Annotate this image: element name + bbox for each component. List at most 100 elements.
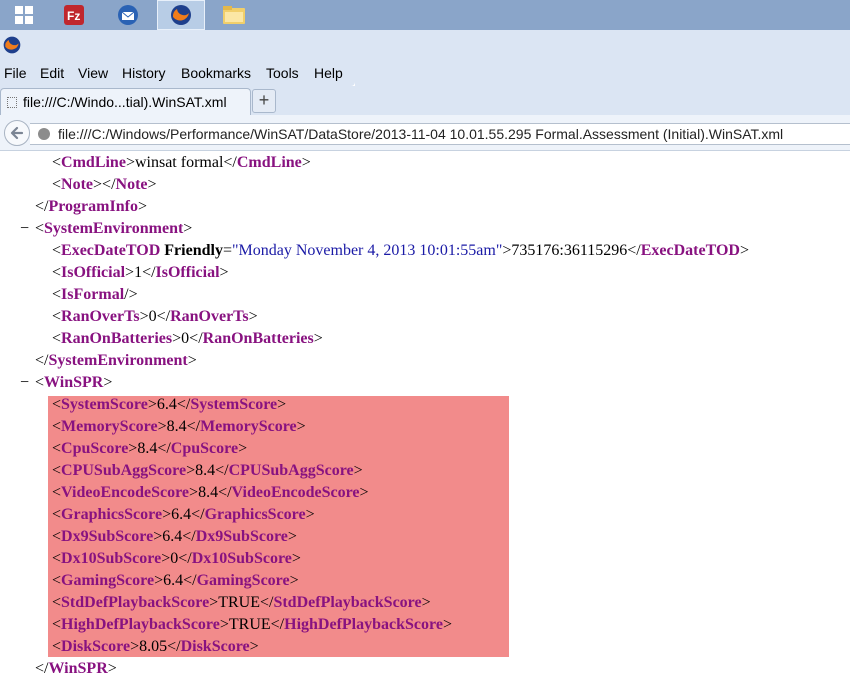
bracket: < — [52, 506, 62, 523]
bracket: > — [313, 330, 323, 347]
bracket: > — [172, 330, 182, 347]
bracket: > — [125, 264, 135, 281]
bracket: > — [107, 660, 117, 677]
bracket: > — [287, 528, 297, 545]
firefox-icon[interactable] — [157, 0, 205, 30]
text-value: 0 — [181, 330, 190, 347]
bracket: > — [161, 550, 171, 567]
bracket: </ — [183, 572, 197, 589]
attribute-value: "Monday November 4, 2013 10:01:55am" — [231, 242, 503, 259]
xml-line: <GamingScore>6.4</GamingScore> — [52, 570, 299, 592]
xml-line: <CPUSubAggScore>8.4</CPUSubAggScore> — [52, 460, 363, 482]
text-value: TRUE — [228, 616, 271, 633]
url-bar[interactable]: file:///C:/Windows/Performance/WinSAT/Da… — [30, 123, 850, 145]
bracket: </ — [142, 264, 156, 281]
bracket: </ — [215, 462, 229, 479]
bracket: < — [52, 550, 62, 567]
tag-name: VideoEncodeScore — [61, 484, 190, 501]
bracket: </ — [176, 396, 191, 413]
bracket: </ — [189, 330, 203, 347]
bracket: < — [35, 374, 45, 391]
menu-file[interactable]: File — [4, 65, 27, 81]
bracket: </ — [259, 594, 274, 611]
tag-name: ProgramInfo — [48, 198, 138, 215]
tag-name: RanOverTs — [170, 308, 249, 325]
bracket: > — [421, 594, 431, 611]
text-value: 6.4 — [163, 572, 184, 589]
xml-line: <HighDefPlaybackScore>TRUE</HighDefPlayb… — [52, 614, 452, 636]
xml-line: <CmdLine>winsat formal</CmdLine> — [52, 152, 311, 174]
bracket: > — [187, 352, 197, 369]
windows-start-icon[interactable] — [0, 0, 48, 30]
tag-name: Dx10SubScore — [61, 550, 162, 567]
menu-bookmarks[interactable]: Bookmarks — [181, 65, 251, 81]
filezilla-icon[interactable]: Fz — [50, 0, 98, 30]
bracket: < — [52, 418, 62, 435]
back-button[interactable] — [4, 120, 30, 146]
tag-name: CpuScore — [61, 440, 129, 457]
bracket: > — [353, 462, 363, 479]
tag-name: SystemEnvironment — [44, 220, 184, 237]
bracket: < — [52, 528, 62, 545]
menu-view[interactable]: View — [78, 65, 108, 81]
bracket: </ — [627, 242, 641, 259]
bracket: </ — [178, 550, 192, 567]
tag-name: Dx10SubScore — [191, 550, 292, 567]
menu-tools[interactable]: Tools — [266, 65, 299, 81]
text-value: 8.4 — [137, 440, 158, 457]
bracket: > — [248, 308, 258, 325]
tag-name: GraphicsScore — [61, 506, 163, 523]
bracket: < — [52, 572, 62, 589]
xml-line: <IsOfficial>1</IsOfficial> — [52, 262, 229, 284]
folder-icon[interactable] — [210, 0, 258, 30]
tag-name: CpuScore — [170, 440, 239, 457]
menu-help[interactable]: Help — [314, 65, 343, 81]
bracket: > — [289, 572, 299, 589]
navigation-bar: file:///C:/Windows/Performance/WinSAT/Da… — [0, 115, 850, 151]
attribute-name: Friendly — [164, 242, 223, 259]
bracket: > — [291, 550, 301, 567]
bracket: > — [301, 154, 311, 171]
bracket: > — [128, 440, 138, 457]
equals: = — [222, 242, 232, 259]
tag-name: Note — [115, 176, 148, 193]
browser-tab[interactable]: file:///C:/Windo...tial).WinSAT.xml — [0, 88, 251, 116]
bracket: < — [52, 616, 62, 633]
collapse-toggle[interactable]: − — [20, 372, 29, 394]
firefox-app-icon[interactable] — [2, 35, 22, 60]
tag-name: RanOnBatteries — [202, 330, 314, 347]
bracket: </ — [35, 660, 49, 677]
bracket: </ — [270, 616, 285, 633]
thunderbird-icon[interactable] — [104, 0, 152, 30]
bracket: > — [183, 220, 193, 237]
svg-text:Fz: Fz — [67, 9, 80, 23]
bracket: < — [52, 594, 62, 611]
text-value: 0 — [148, 308, 157, 325]
tag-name: WinSPR — [44, 374, 104, 391]
bracket: > — [125, 154, 135, 171]
menu-history[interactable]: History — [122, 65, 166, 81]
bracket: > — [162, 506, 172, 523]
menu-edit[interactable]: Edit — [40, 65, 64, 81]
bracket: > — [103, 374, 113, 391]
tag-name: HighDefPlaybackScore — [61, 616, 220, 633]
tag-name: ExecDateTOD — [640, 242, 740, 259]
new-tab-button[interactable]: + — [252, 89, 276, 113]
bracket: </ — [157, 440, 171, 457]
bracket: < — [52, 308, 62, 325]
collapse-toggle[interactable]: − — [20, 218, 29, 240]
bracket: > — [296, 418, 306, 435]
text-value: 1 — [134, 264, 143, 281]
bracket: > — [219, 616, 229, 633]
bracket: > — [186, 462, 196, 479]
tag-name: ExecDateTOD — [61, 242, 161, 259]
tag-name: WinSPR — [48, 660, 108, 677]
tag-name: Dx9SubScore — [195, 528, 288, 545]
text-value: 8.4 — [166, 418, 187, 435]
bracket: > — [189, 484, 199, 501]
tag-name: IsOfficial — [61, 264, 126, 281]
tag-name: DiskScore — [180, 638, 250, 655]
xml-line: </SystemEnvironment> — [35, 350, 197, 372]
url-text: file:///C:/Windows/Performance/WinSAT/Da… — [58, 126, 784, 142]
bracket: > — [739, 242, 749, 259]
